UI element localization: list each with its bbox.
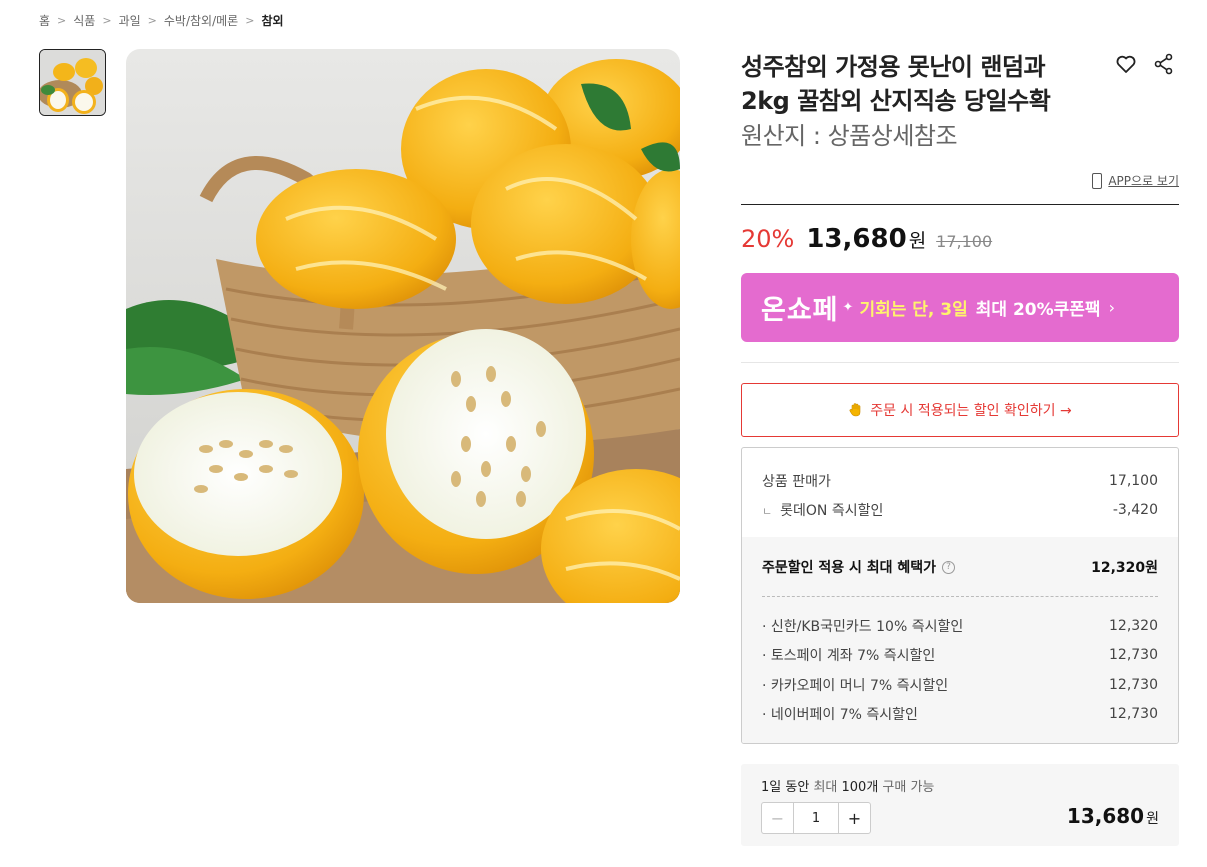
breakdown-instant-label: 롯데ON 즉시할인	[780, 502, 884, 519]
chevron-right-icon: >	[57, 14, 67, 27]
phone-icon	[1092, 172, 1103, 189]
breakdown-instant-value: -3,420	[1112, 501, 1158, 518]
card-discount-item: · 신한/KB국민카드 10% 즉시할인 12,320	[762, 611, 1158, 641]
breakdown-total-row: 주문할인 적용 시 최대 혜택가? 12,320원	[762, 537, 1158, 597]
product-actions	[1114, 52, 1176, 76]
card-discount-value: 12,320	[1109, 617, 1158, 634]
discount-rate: 20%	[741, 225, 795, 253]
sub-item-mark: ㄴ	[762, 504, 773, 518]
quantity-value[interactable]: 1	[794, 811, 838, 826]
hand-icon	[848, 402, 864, 418]
divider	[741, 362, 1179, 363]
card-discount-item: · 네이버페이 7% 즉시할인 12,730	[762, 700, 1158, 730]
breakdown-sale-price-value: 17,100	[1109, 472, 1158, 489]
chevron-right-icon: >	[102, 14, 112, 27]
app-view-label: APP으로 보기	[1108, 174, 1179, 188]
share-icon[interactable]	[1152, 52, 1176, 76]
currency-unit: 원	[908, 230, 927, 252]
sparkle-icon: ✦	[842, 300, 854, 315]
card-discount-value: 12,730	[1109, 706, 1158, 723]
promo-chance-text: 기회는 단, 3일	[859, 300, 968, 320]
promo-logo: 온쇼페	[761, 295, 839, 326]
breadcrumb: 홈 > 식품 > 과일 > 수박/참외/메론 > 참외	[39, 12, 284, 29]
breadcrumb-fruit[interactable]: 과일	[119, 12, 141, 29]
breadcrumb-home[interactable]: 홈	[39, 12, 50, 29]
card-discount-label: · 카카오페이 머니 7% 즉시할인	[762, 677, 949, 694]
breakdown-total-value: 12,320원	[1091, 559, 1158, 576]
quantity-box: 1일 동안 최대 100개 구매 가능 − 1 + 13,680 원	[741, 764, 1179, 846]
chevron-right-icon: >	[147, 14, 157, 27]
total-price-unit: 원	[1146, 811, 1159, 827]
card-discount-label: · 신한/KB국민카드 10% 즉시할인	[762, 618, 964, 635]
sale-price: 13,680	[806, 224, 907, 254]
price-row: 20% 13,680 원 17,100	[741, 224, 992, 254]
product-thumbnail[interactable]	[39, 49, 106, 116]
decrease-quantity-button[interactable]: −	[762, 803, 794, 833]
purchase-limit-note: 1일 동안 최대 100개 구매 가능	[761, 776, 934, 795]
price-breakdown: 상품 판매가 17,100 ㄴ 롯데ON 즉시할인 -3,420 주문할인 적용 …	[741, 447, 1179, 744]
check-discount-button[interactable]: 주문 시 적용되는 할인 확인하기 →	[741, 383, 1179, 437]
limit-suffix: 구매 가능	[882, 780, 935, 795]
app-view-link[interactable]: APP으로 보기	[1092, 172, 1179, 189]
breakdown-total-label: 주문할인 적용 시 최대 혜택가	[762, 559, 937, 576]
card-discount-item: · 토스페이 계좌 7% 즉시할인 12,730	[762, 641, 1158, 671]
breakdown-sale-price-label: 상품 판매가	[762, 473, 831, 490]
breadcrumb-food[interactable]: 식품	[73, 12, 95, 29]
card-discount-item: · 카카오페이 머니 7% 즉시할인 12,730	[762, 670, 1158, 700]
card-discount-label: · 네이버페이 7% 즉시할인	[762, 707, 918, 724]
increase-quantity-button[interactable]: +	[838, 803, 870, 833]
product-origin: 원산지 : 상품상세참조	[741, 122, 958, 150]
total-price-value: 13,680	[1066, 804, 1145, 828]
limit-period: 1일 동안	[761, 780, 810, 795]
help-icon[interactable]: ?	[942, 561, 956, 574]
product-title: 성주참외 가정용 못난이 랜덤과 2kg 꿀참외 산지직송 당일수확	[741, 53, 1051, 115]
breakdown-sale-price-row: 상품 판매가 17,100	[762, 466, 1158, 495]
promo-max-text: 최대 20%쿠폰팩	[975, 300, 1101, 320]
limit-count: 100개	[841, 780, 879, 795]
quantity-total-price: 13,680 원	[1067, 804, 1159, 828]
original-price: 17,100	[936, 232, 993, 251]
breadcrumb-melon-category[interactable]: 수박/참외/메론	[164, 12, 238, 29]
breadcrumb-current[interactable]: 참외	[261, 12, 283, 29]
card-discount-label: · 토스페이 계좌 7% 즉시할인	[762, 648, 936, 665]
promo-banner[interactable]: 온쇼페 ✦ 기회는 단, 3일 최대 20%쿠폰팩 ›	[741, 273, 1179, 342]
card-discount-value: 12,730	[1109, 647, 1158, 664]
check-discount-label: 주문 시 적용되는 할인 확인하기 →	[870, 403, 1072, 419]
divider	[741, 204, 1179, 205]
heart-icon[interactable]	[1114, 52, 1138, 76]
limit-mid: 최대	[813, 780, 838, 795]
quantity-stepper: − 1 +	[761, 802, 871, 834]
card-discount-list: · 신한/KB국민카드 10% 즉시할인 12,320 · 토스페이 계좌 7%…	[762, 597, 1158, 729]
product-main-image	[126, 49, 680, 603]
breakdown-instant-row: ㄴ 롯데ON 즉시할인 -3,420	[762, 495, 1158, 524]
chevron-right-icon: ›	[1108, 298, 1115, 317]
chevron-right-icon: >	[245, 14, 255, 27]
card-discount-value: 12,730	[1109, 676, 1158, 693]
